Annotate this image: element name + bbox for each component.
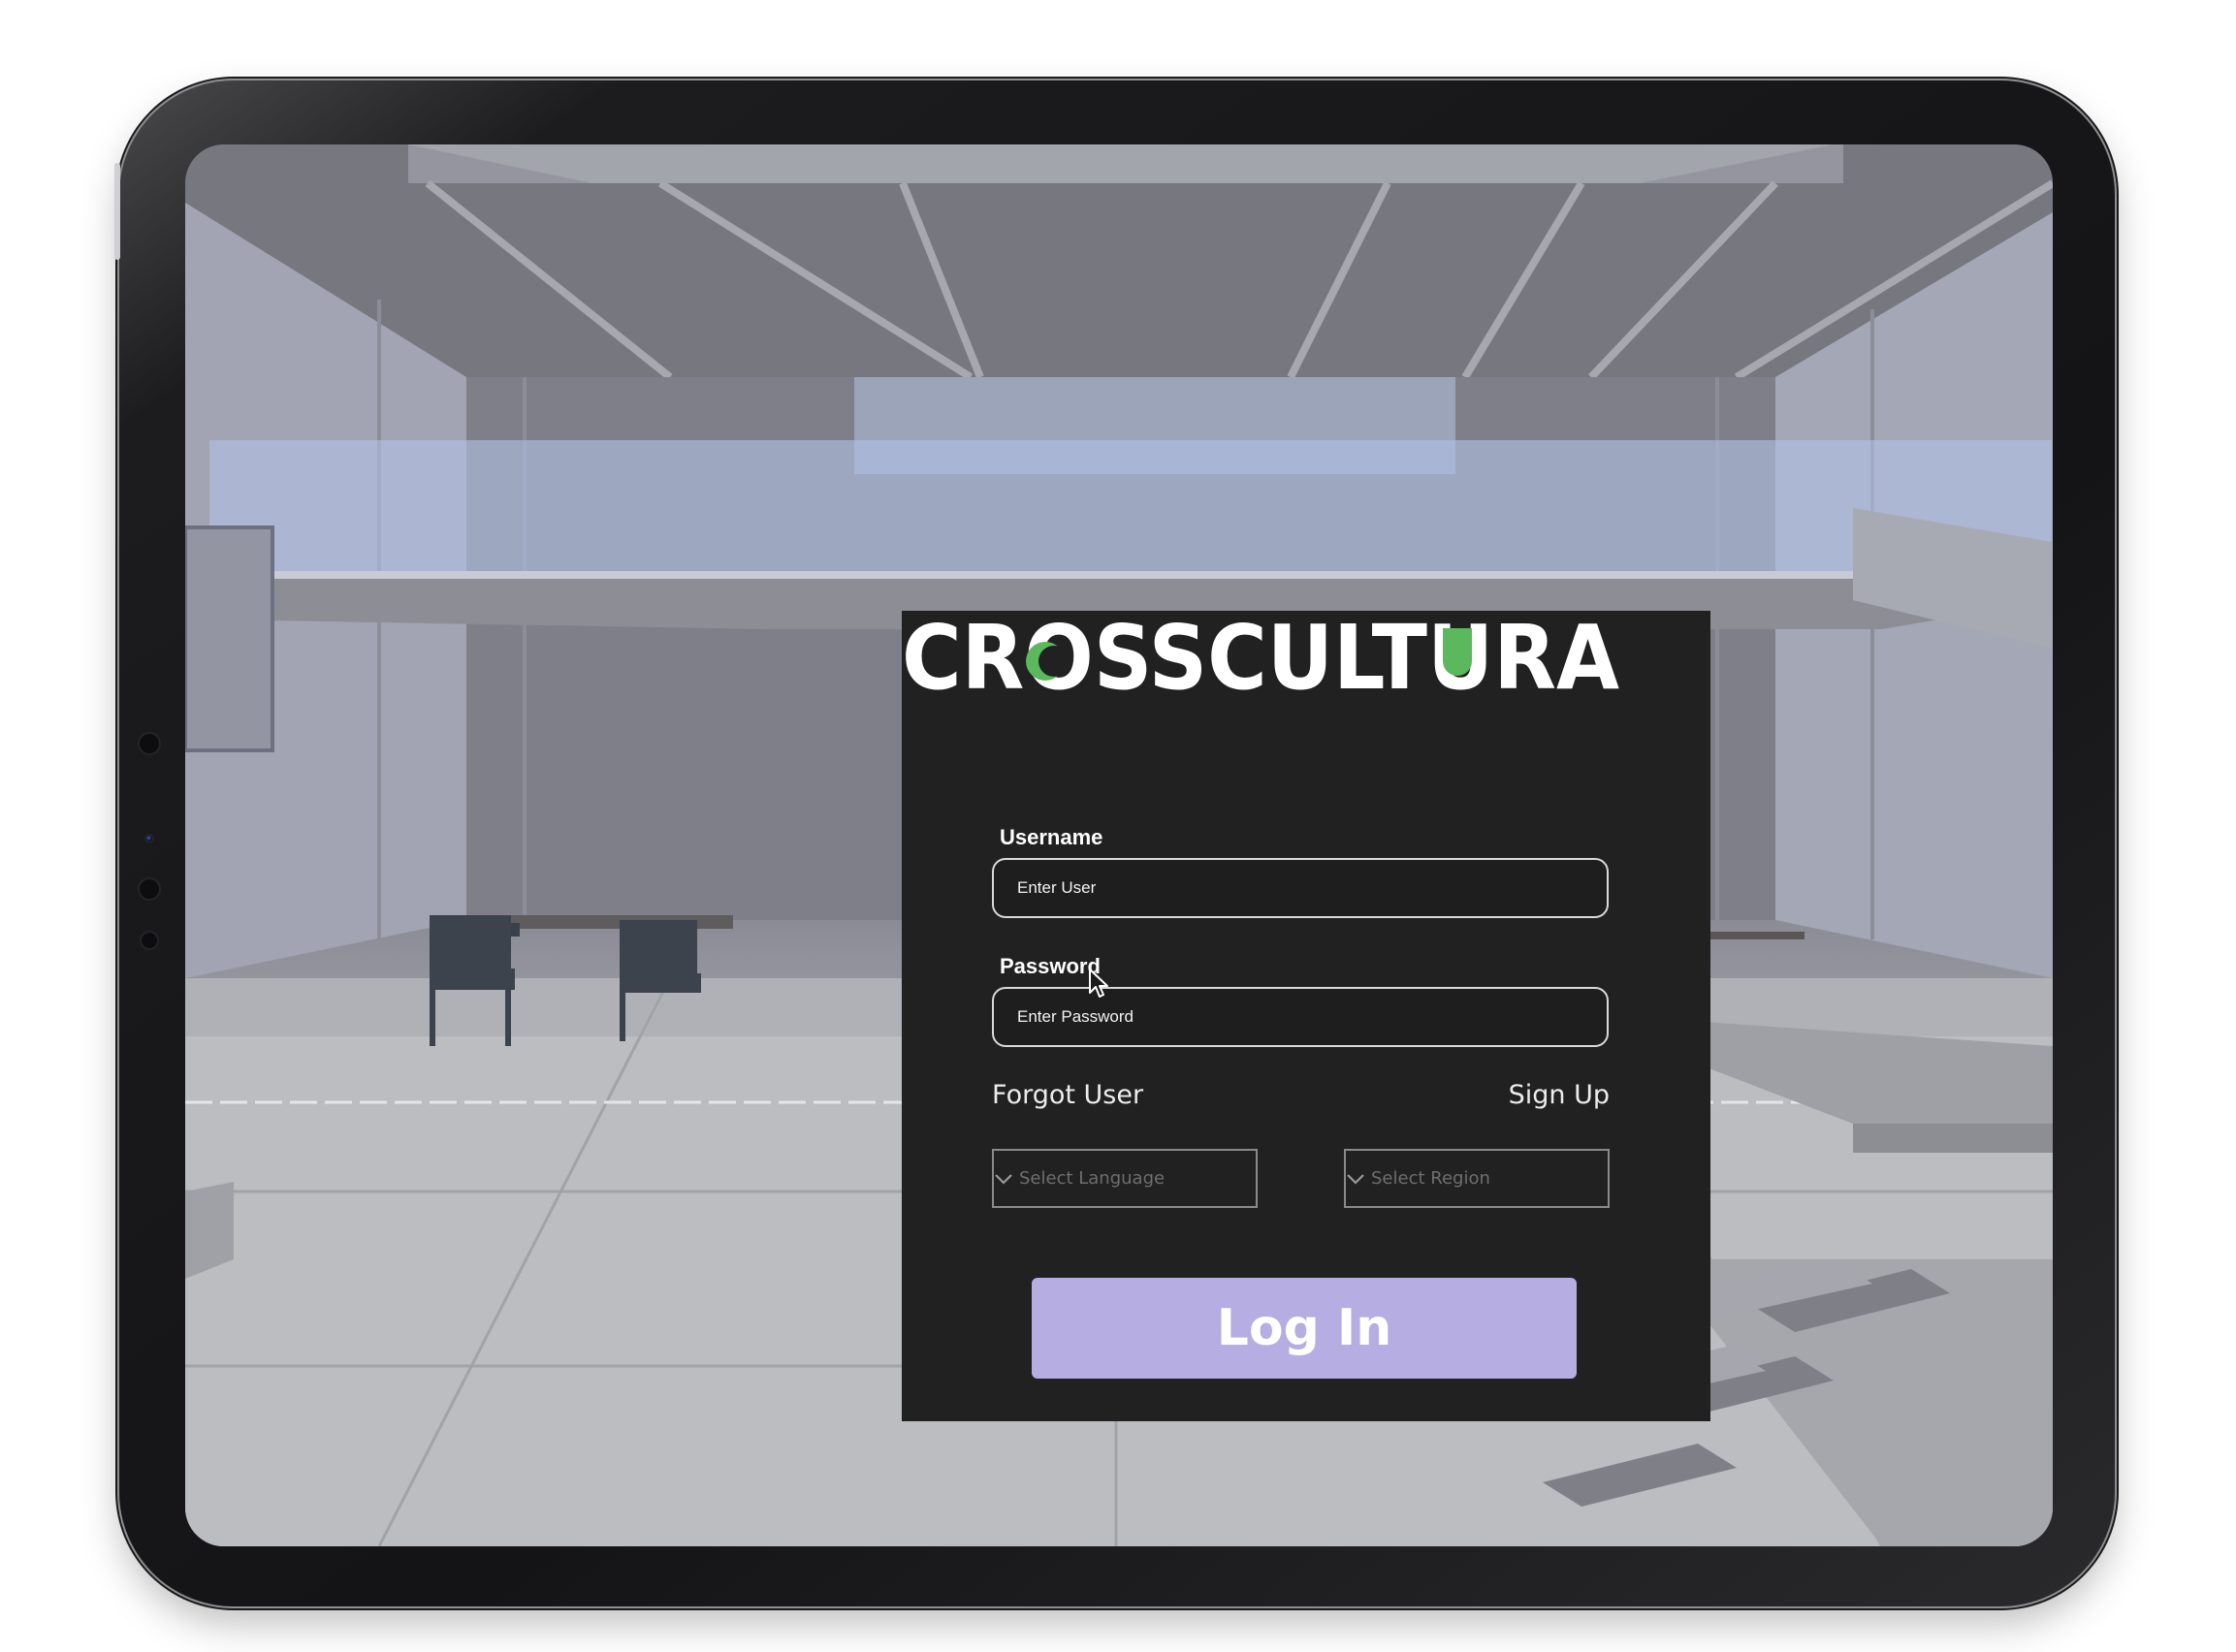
- language-select[interactable]: Select Language: [992, 1149, 1258, 1208]
- camera-dot: [140, 931, 159, 950]
- mouse-cursor-icon: [1089, 969, 1108, 998]
- sign-up-link[interactable]: Sign Up: [1509, 1080, 1610, 1110]
- svg-text:CROSSCULTURA: CROSSCULTURA: [902, 611, 1619, 698]
- password-label: Password: [1000, 954, 1101, 978]
- username-field[interactable]: [992, 858, 1609, 918]
- forgot-user-link[interactable]: Forgot User: [992, 1080, 1143, 1110]
- region-select-label: Select Region: [1371, 1168, 1490, 1189]
- password-field[interactable]: [992, 987, 1609, 1047]
- chevron-down-icon: [995, 1174, 1012, 1185]
- device-side-button: [114, 163, 120, 260]
- login-panel: CROSSCULTURA Username Password Forgot Us…: [902, 611, 1710, 1421]
- chevron-down-icon: [1347, 1174, 1364, 1185]
- app-screen: CROSSCULTURA Username Password Forgot Us…: [185, 144, 2053, 1546]
- region-select[interactable]: Select Region: [1344, 1149, 1610, 1208]
- camera-lens-icon: [144, 834, 154, 843]
- login-button[interactable]: Log In: [1032, 1278, 1577, 1379]
- crosscultura-logo: CROSSCULTURA: [902, 611, 1619, 698]
- camera-dot: [138, 732, 161, 755]
- username-label: Username: [1000, 825, 1103, 849]
- camera-dot: [138, 877, 161, 901]
- language-select-label: Select Language: [1019, 1168, 1166, 1189]
